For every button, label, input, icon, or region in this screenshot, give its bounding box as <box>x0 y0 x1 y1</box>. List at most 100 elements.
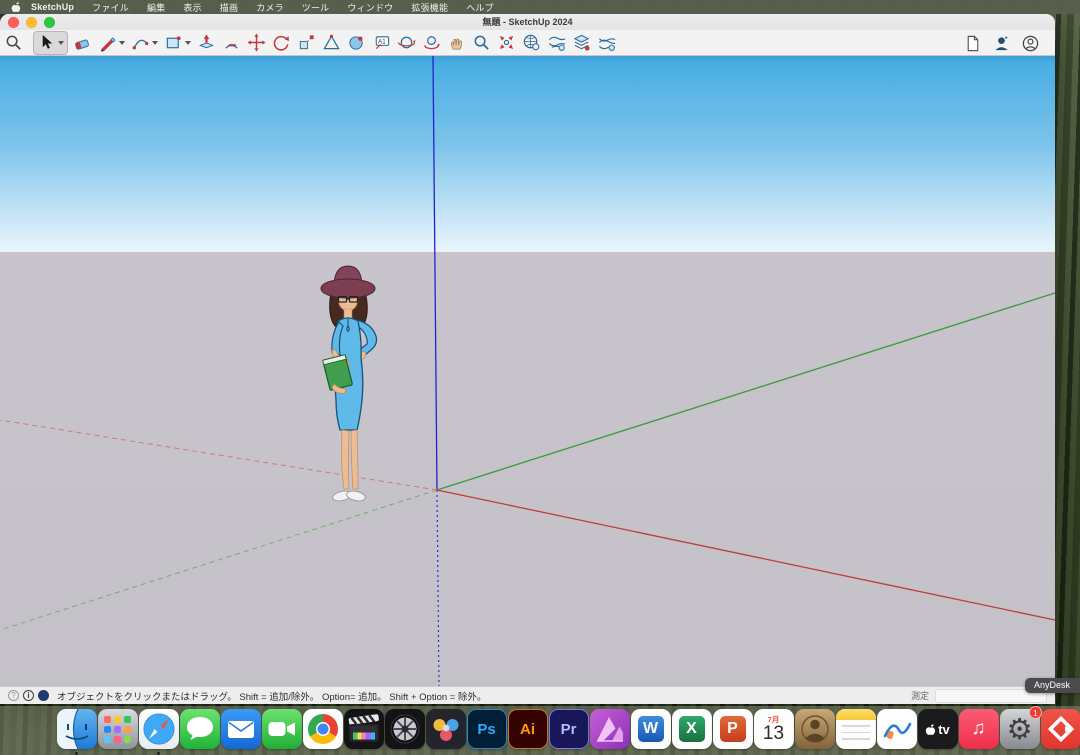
dock-item-music[interactable]: ♫ <box>958 709 999 755</box>
finder-icon[interactable] <box>57 709 97 749</box>
premiere-pro-icon[interactable]: Pr <box>549 709 589 749</box>
title-bar[interactable]: 無題 - SketchUp 2024 <box>0 14 1055 30</box>
offset-tool-button[interactable] <box>221 32 242 54</box>
anydesk-icon[interactable] <box>1041 709 1080 749</box>
model-viewport[interactable] <box>0 56 1055 686</box>
chevron-down-icon[interactable] <box>185 41 191 45</box>
affinity-icon[interactable] <box>590 709 630 749</box>
move-tool-button[interactable] <box>246 32 267 54</box>
dock-item-compressor[interactable] <box>384 709 425 755</box>
chevron-down-icon[interactable] <box>152 41 158 45</box>
apple-logo-icon[interactable] <box>11 1 21 13</box>
dock-item-anydesk[interactable] <box>1040 709 1080 755</box>
tape-measure-tool-button[interactable] <box>321 32 342 54</box>
look-around-tool-button[interactable] <box>421 32 442 54</box>
pan-tool-button[interactable] <box>446 32 467 54</box>
geolocation-icon[interactable] <box>38 690 49 701</box>
chevron-down-icon[interactable] <box>58 41 64 45</box>
menu-item-extensions[interactable]: 拡張機能 <box>402 1 457 14</box>
menu-item-window[interactable]: ウィンドウ <box>338 1 402 14</box>
menu-item-file[interactable]: ファイル <box>83 1 138 14</box>
person-figure[interactable] <box>300 260 400 510</box>
messages-icon[interactable] <box>180 709 220 749</box>
eraser-icon <box>73 33 92 52</box>
apple-tv-icon[interactable]: tv <box>918 709 958 749</box>
eraser-tool-button[interactable] <box>72 32 93 54</box>
text-tool-button[interactable]: A1 <box>371 32 392 54</box>
final-cut-pro-icon[interactable] <box>344 709 384 749</box>
dock-item-excel[interactable]: X <box>671 709 712 755</box>
sandbox-contours-tool-button[interactable] <box>546 32 567 54</box>
chevron-down-icon[interactable] <box>119 41 125 45</box>
menu-item-camera[interactable]: カメラ <box>247 1 293 14</box>
word-icon[interactable]: W <box>631 709 671 749</box>
dock-item-premiere-pro[interactable]: Pr <box>548 709 589 755</box>
dock-item-notes[interactable] <box>835 709 876 755</box>
dock-item-photoshop[interactable]: Ps <box>466 709 507 755</box>
dock-item-system-settings[interactable]: ⚙1 <box>999 709 1040 755</box>
excel-glyph: X <box>679 716 705 742</box>
dock-item-affinity[interactable] <box>589 709 630 755</box>
freeform-icon[interactable] <box>877 709 917 749</box>
scale-tool-button[interactable] <box>296 32 317 54</box>
music-icon[interactable]: ♫ <box>959 709 999 749</box>
photoshop-glyph: Ps <box>477 721 495 738</box>
sandbox-smoove-tool-button[interactable] <box>596 32 617 54</box>
mail-icon[interactable] <box>221 709 261 749</box>
arc-tool-button[interactable] <box>130 32 159 54</box>
notes-icon[interactable] <box>836 709 876 749</box>
select-tool-button[interactable] <box>33 31 68 55</box>
rotate-tool-button[interactable] <box>271 32 292 54</box>
dock-item-calendar[interactable]: 7月13 <box>753 709 794 755</box>
dock-item-finder[interactable] <box>56 709 97 755</box>
safari-icon[interactable] <box>139 709 179 749</box>
dock-item-apple-tv[interactable]: tv <box>917 709 958 755</box>
new-document-tool-button[interactable] <box>962 32 983 54</box>
dock-item-illustrator[interactable]: Ai <box>507 709 548 755</box>
calendar-icon[interactable]: 7月13 <box>754 709 794 749</box>
push-pull-tool-button[interactable] <box>196 32 217 54</box>
menu-item-help[interactable]: ヘルプ <box>457 1 503 14</box>
signed-in-user-tool-button[interactable] <box>991 32 1012 54</box>
instructor-icon[interactable]: i <box>23 690 34 701</box>
dock-item-facetime[interactable] <box>261 709 302 755</box>
facetime-icon[interactable] <box>262 709 302 749</box>
davinci-resolve-icon[interactable] <box>426 709 466 749</box>
menu-item-draw[interactable]: 描画 <box>211 1 247 14</box>
menu-item-view[interactable]: 表示 <box>174 1 210 14</box>
dock-item-freeform[interactable] <box>876 709 917 755</box>
compressor-icon[interactable] <box>385 709 425 749</box>
menu-item-edit[interactable]: 編集 <box>138 1 174 14</box>
excel-icon[interactable]: X <box>672 709 712 749</box>
photoshop-icon[interactable]: Ps <box>467 709 507 749</box>
contacts-icon[interactable] <box>795 709 835 749</box>
dock-item-mail[interactable] <box>220 709 261 755</box>
account-tool-button[interactable] <box>1020 32 1041 54</box>
menu-item-tools[interactable]: ツール <box>293 1 339 14</box>
dock-item-word[interactable]: W <box>630 709 671 755</box>
anydesk-overlay-tab[interactable]: AnyDesk <box>1025 678 1080 693</box>
orbit-tool-button[interactable] <box>396 32 417 54</box>
launchpad-icon[interactable] <box>98 709 138 749</box>
search-tool-button[interactable] <box>3 32 24 54</box>
illustrator-icon[interactable]: Ai <box>508 709 548 749</box>
zoom-tool-button[interactable] <box>471 32 492 54</box>
powerpoint-icon[interactable]: P <box>713 709 753 749</box>
chrome-icon[interactable] <box>303 709 343 749</box>
help-icon[interactable]: ? <box>8 690 19 701</box>
paint-bucket-tool-button[interactable] <box>346 32 367 54</box>
layers-stack-tool-button[interactable] <box>571 32 592 54</box>
dock-item-davinci-resolve[interactable] <box>425 709 466 755</box>
dock-item-launchpad[interactable] <box>97 709 138 755</box>
dock-item-powerpoint[interactable]: P <box>712 709 753 755</box>
dock-item-contacts[interactable] <box>794 709 835 755</box>
menu-item-sketchup[interactable]: SketchUp <box>29 2 83 12</box>
dock-item-chrome[interactable] <box>302 709 343 755</box>
dock-item-final-cut-pro[interactable] <box>343 709 384 755</box>
3d-warehouse-tool-button[interactable] <box>521 32 542 54</box>
line-tool-button[interactable] <box>97 32 126 54</box>
zoom-extents-tool-button[interactable] <box>496 32 517 54</box>
dock-item-safari[interactable] <box>138 709 179 755</box>
dock-item-messages[interactable] <box>179 709 220 755</box>
shapes-tool-button[interactable] <box>163 32 192 54</box>
